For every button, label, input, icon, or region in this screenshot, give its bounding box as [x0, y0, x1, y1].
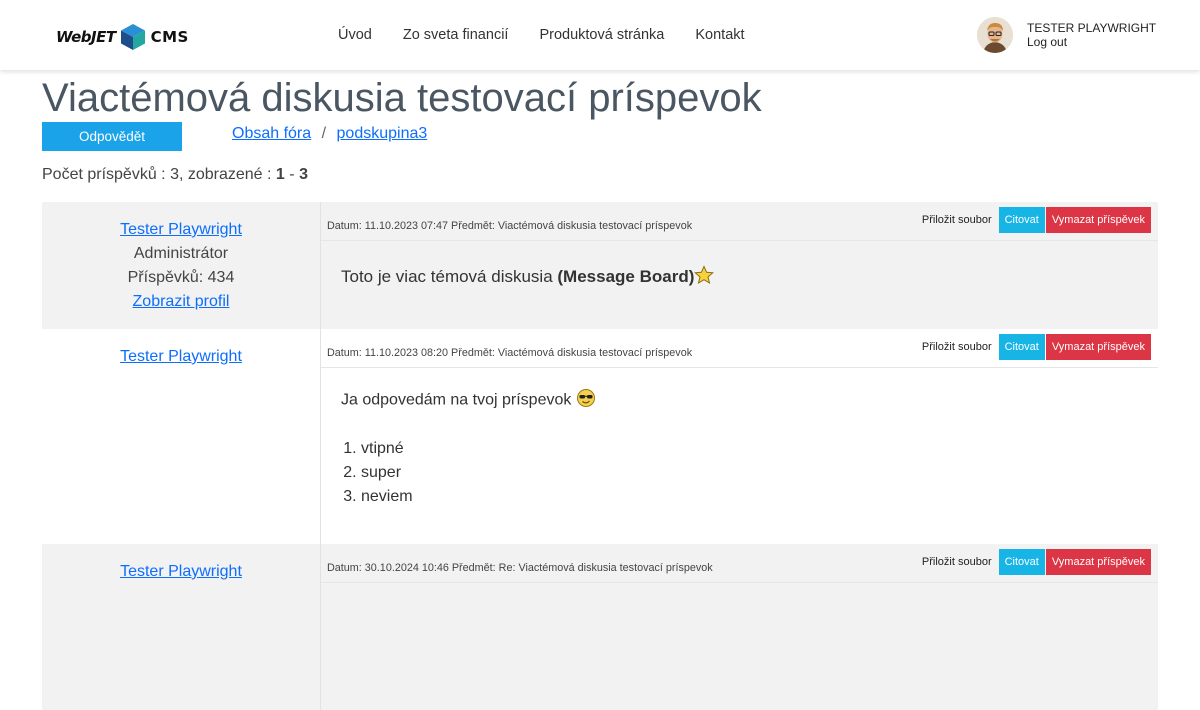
quote-button[interactable]: Citovat: [998, 207, 1045, 233]
logout-link[interactable]: Log out: [1027, 35, 1067, 49]
author-name-link[interactable]: Tester Playwright: [120, 348, 242, 365]
webjet-logo[interactable]: WebJET CMS: [56, 24, 189, 50]
quote-button[interactable]: Citovat: [998, 549, 1045, 575]
author-name-link[interactable]: Tester Playwright: [120, 221, 242, 238]
post-text: Toto je viac témová diskusia: [341, 266, 553, 286]
logo-word-cms: CMS: [150, 28, 189, 46]
post-actions: Přiložit soubor Citovat Vymazat příspěve…: [915, 334, 1151, 360]
post-author-panel: Tester Playwright Administrátor Příspěvk…: [42, 218, 320, 314]
view-profile-link[interactable]: Zobrazit profil: [133, 293, 230, 310]
author-name-link[interactable]: Tester Playwright: [120, 563, 242, 580]
post-meta-info: Datum: 11.10.2023 07:47 Předmět: Viactém…: [327, 220, 693, 232]
post-meta-bar: Datum: 30.10.2024 10:46 Předmět: Re: Via…: [321, 544, 1158, 583]
post-meta-info: Datum: 30.10.2024 10:46 Předmět: Re: Via…: [327, 562, 713, 574]
star-emoji-icon: [694, 265, 715, 290]
post-count-from: 1: [275, 166, 285, 183]
list-item: super: [361, 461, 596, 485]
nav-item-produktova-stranka[interactable]: Produktová stránka: [539, 27, 664, 43]
breadcrumb: Obsah fóra / podskupina3: [232, 125, 427, 143]
list-item: neviem: [361, 485, 596, 509]
post-meta-bar: Datum: 11.10.2023 07:47 Předmět: Viactém…: [321, 202, 1158, 241]
post-count-summary: Počet príspěvků : 3, zobrazené : 1 - 3: [42, 166, 308, 184]
attach-file-button[interactable]: Přiložit soubor: [916, 207, 998, 233]
top-navbar: WebJET CMS Úvod Zo sveta financií Produk…: [0, 0, 1200, 70]
nav-item-uvod[interactable]: Úvod: [338, 27, 372, 43]
post-author-panel: Tester Playwright: [42, 560, 320, 584]
main-nav: Úvod Zo sveta financií Produktová stránk…: [338, 27, 776, 43]
delete-post-button[interactable]: Vymazat příspěvek: [1045, 549, 1151, 575]
author-role: Administrátor: [133, 245, 229, 262]
forum-post: Tester Playwright Datum: 11.10.2023 08:2…: [42, 329, 1158, 544]
post-content: Datum: 11.10.2023 08:20 Předmět: Viactém…: [320, 329, 1158, 544]
nav-item-financie[interactable]: Zo sveta financií: [403, 27, 509, 43]
post-body: Toto je viac témová diskusia (Message Bo…: [341, 265, 715, 290]
quote-button[interactable]: Citovat: [998, 334, 1045, 360]
user-avatar[interactable]: [977, 17, 1013, 53]
breadcrumb-group-link[interactable]: podskupina3: [337, 125, 428, 142]
post-text-bold: (Message Board): [557, 266, 695, 286]
nav-item-kontakt[interactable]: Kontakt: [695, 27, 744, 43]
post-author-panel: Tester Playwright: [42, 345, 320, 369]
breadcrumb-separator: /: [321, 125, 327, 142]
page-title: Viactémová diskusia testovací príspevok: [42, 76, 762, 120]
post-body: Ja odpovedám na tvoj príspevok vtipné su…: [341, 388, 596, 509]
post-text: Ja odpovedám na tvoj príspevok: [341, 391, 572, 409]
delete-post-button[interactable]: Vymazat příspěvek: [1045, 207, 1151, 233]
logo-word-webjet: WebJET: [56, 28, 116, 46]
post-meta-info: Datum: 11.10.2023 08:20 Předmět: Viactém…: [327, 347, 693, 359]
logo-cube-icon: [120, 24, 145, 50]
sunglasses-emoji-icon: [576, 388, 596, 413]
post-actions: Přiložit soubor Citovat Vymazat příspěve…: [915, 549, 1151, 575]
user-menu: TESTER PLAYWRIGHT Log out: [977, 17, 1156, 53]
attach-file-button[interactable]: Přiložit soubor: [916, 334, 998, 360]
avatar-portrait-icon: [977, 17, 1013, 53]
reply-button[interactable]: Odpovědět: [42, 122, 182, 151]
forum-post: Tester Playwright Administrátor Příspěvk…: [42, 202, 1158, 329]
post-count-to: 3: [299, 166, 308, 183]
breadcrumb-forum-link[interactable]: Obsah fóra: [232, 125, 311, 142]
post-actions: Přiložit soubor Citovat Vymazat příspěve…: [915, 207, 1151, 233]
list-item: vtipné: [361, 437, 596, 461]
attach-file-button[interactable]: Přiložit soubor: [916, 549, 998, 575]
delete-post-button[interactable]: Vymazat příspěvek: [1045, 334, 1151, 360]
post-content: Datum: 11.10.2023 07:47 Předmět: Viactém…: [320, 202, 1158, 329]
post-count-prefix: Počet príspěvků : 3, zobrazené :: [42, 166, 272, 183]
user-name: TESTER PLAYWRIGHT: [1027, 21, 1157, 35]
post-meta-bar: Datum: 11.10.2023 08:20 Předmět: Viactém…: [321, 329, 1158, 368]
author-post-count: Příspěvků: 434: [127, 269, 235, 286]
post-count-dash: -: [289, 166, 295, 183]
forum-post: Tester Playwright Datum: 30.10.2024 10:4…: [42, 544, 1158, 710]
post-list: vtipné super neviem: [341, 437, 596, 509]
post-content: Datum: 30.10.2024 10:46 Předmět: Re: Via…: [320, 544, 1158, 710]
